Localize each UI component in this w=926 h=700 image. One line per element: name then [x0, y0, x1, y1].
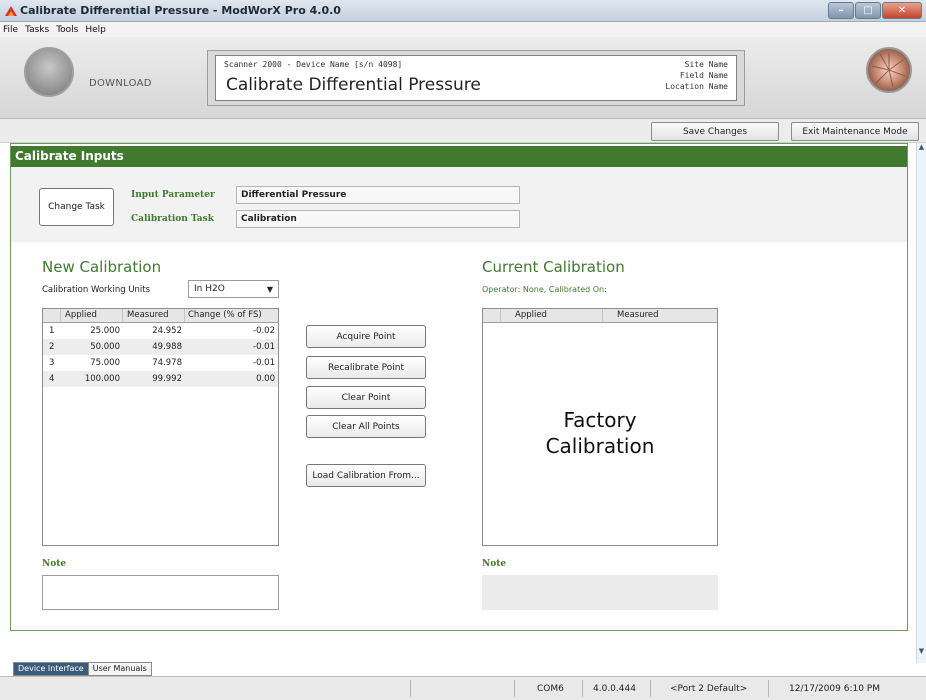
working-units-label: Calibration Working Units [42, 285, 151, 295]
status-port-setting: <Port 2 Default> [670, 684, 748, 694]
fan-blades-icon [871, 53, 906, 88]
site-name: Site Name [684, 60, 728, 69]
change-cell: -0.01 [253, 342, 275, 352]
current-column-measured[interactable]: Measured [603, 309, 703, 322]
device-name: Scanner 2000 - Device Name [s/n 4098] [224, 60, 403, 69]
status-port: COM6 [537, 684, 564, 694]
action-bar: Save Changes Exit Maintenance Mode [0, 119, 926, 143]
acquire-point-button[interactable]: Acquire Point [306, 325, 426, 348]
device-info-display: Scanner 2000 - Device Name [s/n 4098] Ca… [215, 55, 737, 101]
menu-bar: File Tasks Tools Help [0, 22, 926, 37]
new-calibration-title: New Calibration [42, 258, 162, 276]
new-note-field[interactable] [42, 575, 279, 610]
current-note-label: Note [482, 559, 507, 569]
calibration-task-field: Calibration [236, 210, 520, 228]
column-measured[interactable]: Measured [123, 309, 185, 322]
chevron-down-icon: ▼ [266, 284, 273, 294]
location-name: Location Name [665, 82, 728, 91]
applied-cell: 100.000 [84, 374, 120, 384]
bottom-tabs: Device Interface User Manuals [13, 662, 152, 676]
applied-cell: 25.000 [90, 326, 120, 336]
title-bar[interactable]: Calibrate Differential Pressure - ModWor… [0, 0, 926, 22]
change-cell: 0.00 [256, 374, 275, 384]
page-title: Calibrate Differential Pressure [226, 75, 481, 95]
operator-line: Operator: None, Calibrated On: [482, 285, 607, 294]
table-body: 1 25.000 24.952 -0.02 2 50.000 49.988 -0… [43, 323, 278, 387]
scroll-up-icon[interactable]: ▲ [917, 143, 926, 155]
vertical-scrollbar[interactable]: ▲ ▼ [916, 143, 926, 663]
row-index: 2 [49, 342, 55, 352]
table-row[interactable]: 3 75.000 74.978 -0.01 [43, 355, 278, 371]
download-label[interactable]: DOWNLOAD [89, 78, 152, 89]
app-header: DOWNLOAD Scanner 2000 - Device Name [s/n… [0, 37, 926, 119]
calibration-task-label: Calibration Task [131, 214, 214, 224]
minimize-button[interactable]: – [828, 2, 854, 19]
factory-text: Factory [563, 408, 637, 432]
input-selection-area: Change Task Input Parameter Differential… [11, 167, 907, 242]
measured-cell: 99.992 [152, 374, 182, 384]
current-calibration-title: Current Calibration [482, 258, 625, 276]
maximize-button[interactable]: □ [855, 2, 881, 19]
field-name: Field Name [679, 71, 728, 80]
new-note-label: Note [42, 559, 67, 569]
current-table-header: Applied Measured [483, 309, 717, 323]
input-parameter-field: Differential Pressure [236, 186, 520, 204]
current-calibration-table[interactable]: Applied Measured Factory Calibration [482, 308, 718, 546]
column-change[interactable]: Change (% of FS) [185, 309, 278, 322]
calibration-text: Calibration [545, 434, 655, 458]
download-icon[interactable] [24, 47, 74, 97]
table-row[interactable]: 4 100.000 99.992 0.00 [43, 371, 278, 387]
save-changes-button[interactable]: Save Changes [651, 122, 779, 141]
input-parameter-label: Input Parameter [131, 190, 215, 200]
applied-cell: 75.000 [90, 358, 120, 368]
row-index: 3 [49, 358, 55, 368]
status-bar: COM6 4.0.0.444 <Port 2 Default> 12/17/20… [0, 676, 926, 700]
change-cell: -0.01 [253, 358, 275, 368]
status-datetime: 12/17/2009 6:10 PM [789, 684, 880, 694]
current-note-field [482, 575, 718, 610]
menu-tasks[interactable]: Tasks [25, 25, 49, 35]
tab-device-interface[interactable]: Device Interface [13, 662, 89, 676]
table-row[interactable]: 1 25.000 24.952 -0.02 [43, 323, 278, 339]
menu-file[interactable]: File [3, 25, 18, 35]
status-version: 4.0.0.444 [593, 684, 636, 694]
section-title: Calibrate Inputs [11, 146, 907, 167]
new-calibration-table[interactable]: Applied Measured Change (% of FS) 1 25.0… [42, 308, 279, 546]
measured-cell: 49.988 [152, 342, 182, 352]
menu-help[interactable]: Help [85, 25, 106, 35]
factory-calibration-label: Factory Calibration [483, 407, 717, 459]
column-applied[interactable]: Applied [61, 309, 123, 322]
working-units-select[interactable]: In H2O ▼ [188, 280, 279, 298]
menu-tools[interactable]: Tools [56, 25, 78, 35]
clear-point-button[interactable]: Clear Point [306, 386, 426, 409]
scroll-down-icon[interactable]: ▼ [917, 647, 926, 659]
current-column-applied[interactable]: Applied [501, 309, 603, 322]
measured-cell: 74.978 [152, 358, 182, 368]
app-logo-icon [5, 6, 17, 16]
exit-maintenance-button[interactable]: Exit Maintenance Mode [791, 122, 919, 141]
row-index: 1 [49, 326, 55, 336]
row-index: 4 [49, 374, 55, 384]
fan-icon[interactable] [866, 47, 912, 93]
window-title: Calibrate Differential Pressure - ModWor… [20, 4, 341, 17]
device-info-panel: Scanner 2000 - Device Name [s/n 4098] Ca… [207, 50, 745, 106]
table-header: Applied Measured Change (% of FS) [43, 309, 278, 323]
calibrate-inputs-panel: Calibrate Inputs Change Task Input Param… [10, 143, 908, 631]
measured-cell: 24.952 [152, 326, 182, 336]
change-cell: -0.02 [253, 326, 275, 336]
change-task-button[interactable]: Change Task [39, 188, 114, 226]
load-calibration-button[interactable]: Load Calibration From... [306, 464, 426, 487]
window-controls: – □ ✕ [827, 2, 922, 20]
clear-all-points-button[interactable]: Clear All Points [306, 415, 426, 438]
recalibrate-point-button[interactable]: Recalibrate Point [306, 356, 426, 379]
tab-user-manuals[interactable]: User Manuals [88, 662, 152, 676]
close-button[interactable]: ✕ [882, 2, 922, 19]
applied-cell: 50.000 [90, 342, 120, 352]
working-units-value: In H2O [194, 284, 225, 294]
table-row[interactable]: 2 50.000 49.988 -0.01 [43, 339, 278, 355]
